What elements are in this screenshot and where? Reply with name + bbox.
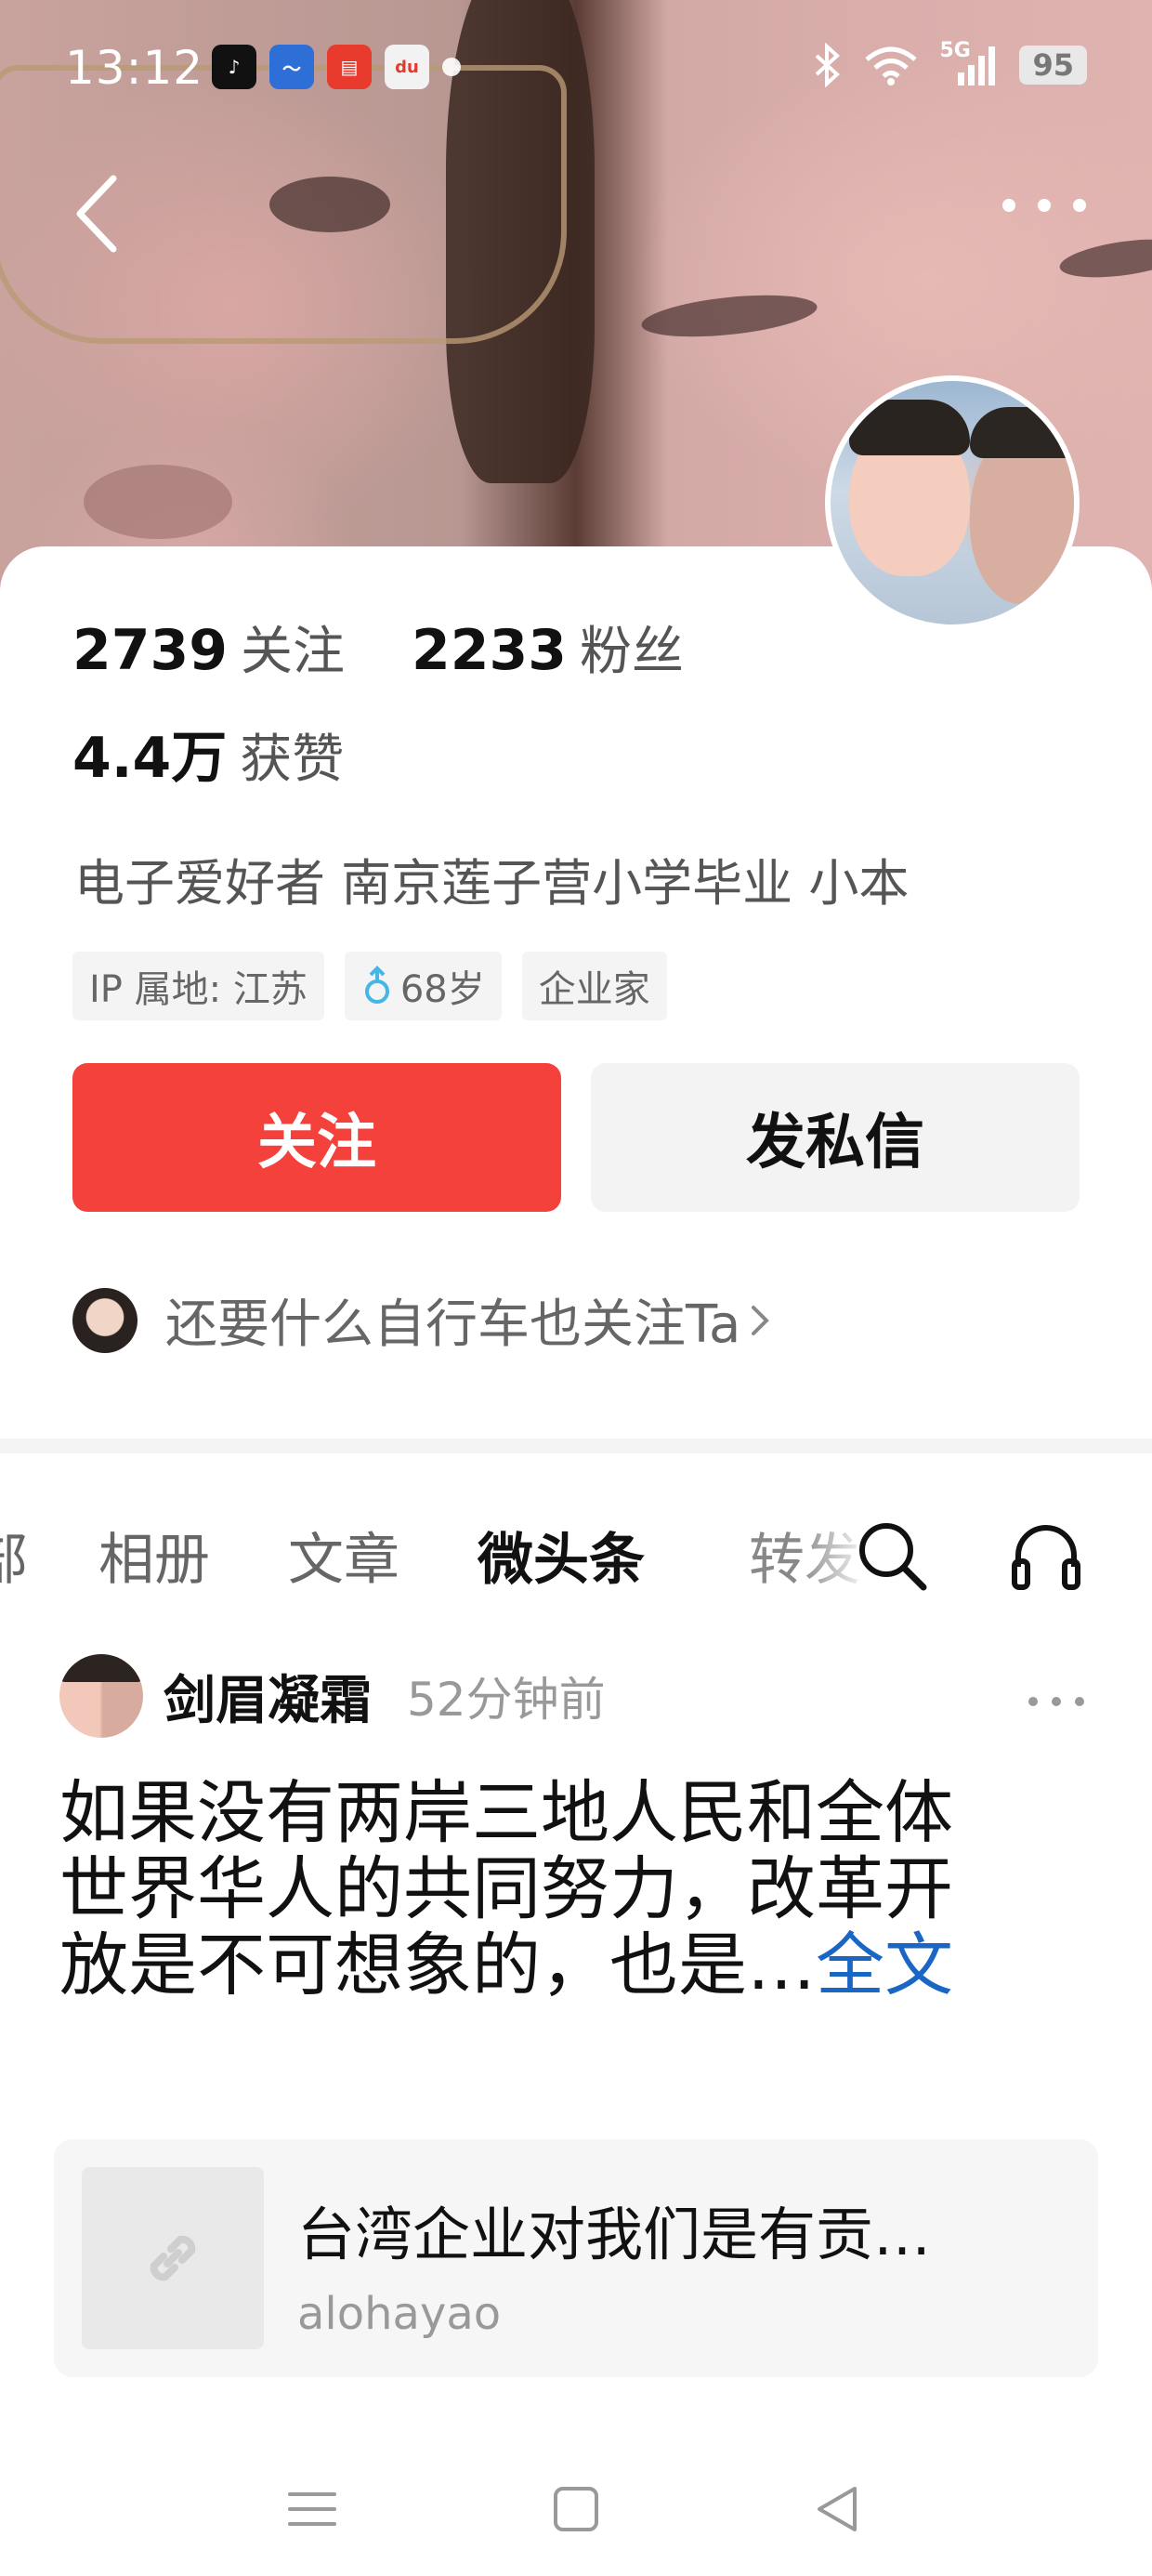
headphones-icon bbox=[1012, 1525, 1080, 1590]
profile-card: 2739 关注 2233 粉丝 4.4万 获赞 电子爱好者 南京莲子营小学毕业 … bbox=[0, 546, 1152, 1444]
likes-stat[interactable]: 4.4万 获赞 bbox=[72, 721, 344, 797]
news-app-icon: ▤ bbox=[327, 45, 372, 89]
profile-tags: IP 属地: 江苏 68岁 企业家 bbox=[72, 952, 667, 1020]
post-text-line: 世界华人的共同努力，改革开 bbox=[59, 1849, 953, 1929]
recommended-follow-link[interactable]: 还要什么自行车也关注Ta bbox=[72, 1282, 772, 1358]
triangle-back-icon bbox=[818, 2487, 857, 2531]
send-message-button[interactable]: 发私信 bbox=[591, 1063, 1080, 1212]
occupation-tag: 企业家 bbox=[521, 952, 667, 1020]
recent-apps-button[interactable] bbox=[275, 2472, 349, 2546]
link-source: alohayao bbox=[297, 2288, 502, 2340]
post-body[interactable]: 如果没有两岸三地人民和全体 世界华人的共同努力，改革开 放是不可想象的，也是…全… bbox=[59, 1775, 1091, 2004]
shared-link-card[interactable]: 台湾企业对我们是有贡… alohayao bbox=[54, 2139, 1098, 2377]
bluetooth-icon bbox=[816, 43, 841, 87]
chevron-left-icon bbox=[76, 175, 117, 253]
profile-stats: 2739 关注 2233 粉丝 4.4万 获赞 bbox=[72, 613, 684, 797]
post-text-line: 放是不可想象的，也是… bbox=[59, 1925, 816, 2005]
post-more-button[interactable] bbox=[1026, 1663, 1087, 1724]
age-tag: 68岁 bbox=[344, 952, 502, 1020]
post-header: 剑眉凝霜 52分钟前 bbox=[59, 1654, 606, 1738]
profile-avatar[interactable] bbox=[825, 375, 1080, 630]
followers-stat[interactable]: 2233 粉丝 bbox=[412, 613, 684, 690]
following-stat[interactable]: 2739 关注 bbox=[72, 613, 345, 690]
post-text-line: 如果没有两岸三地人民和全体 bbox=[59, 1773, 953, 1853]
stock-app-icon: 〜 bbox=[269, 45, 314, 89]
content-tabs: 部 相册 文章 微头条 转发 bbox=[0, 1487, 1152, 1617]
follow-button[interactable]: 关注 bbox=[72, 1063, 561, 1212]
more-horizontal-icon bbox=[1028, 1697, 1084, 1706]
tiktok-app-icon: ♪ bbox=[212, 45, 256, 89]
section-divider bbox=[0, 1439, 1152, 1453]
search-icon bbox=[859, 1523, 927, 1591]
recommendation-text: 还要什么自行车也关注Ta bbox=[165, 1295, 741, 1355]
tab-album[interactable]: 相册 bbox=[98, 1515, 210, 1596]
wifi-icon bbox=[865, 46, 918, 85]
system-back-button[interactable] bbox=[801, 2472, 875, 2546]
tab-articles[interactable]: 文章 bbox=[288, 1515, 399, 1596]
system-navigation-bar bbox=[0, 2435, 1152, 2576]
tab-all[interactable]: 部 bbox=[0, 1515, 28, 1596]
avatar bbox=[72, 1287, 137, 1353]
map-app-icon: du bbox=[385, 45, 429, 89]
following-label: 关注 bbox=[241, 622, 345, 682]
notification-icons: ♪ 〜 ▤ du bbox=[212, 45, 461, 89]
following-count: 2739 bbox=[72, 618, 228, 683]
male-icon bbox=[364, 966, 389, 1004]
chevron-right-icon bbox=[752, 1305, 770, 1335]
status-time: 13:12 bbox=[65, 41, 204, 95]
followers-label: 粉丝 bbox=[580, 622, 684, 682]
post-time: 52分钟前 bbox=[407, 1673, 606, 1727]
link-thumbnail bbox=[82, 2167, 264, 2349]
tab-micro-posts[interactable]: 微头条 bbox=[478, 1515, 645, 1596]
likes-label: 获赞 bbox=[240, 729, 345, 790]
menu-icon bbox=[288, 2492, 336, 2526]
more-notifications-dot bbox=[442, 58, 461, 76]
ip-location-tag: IP 属地: 江苏 bbox=[72, 952, 324, 1020]
listen-button[interactable] bbox=[1009, 1518, 1083, 1593]
battery-icon: 95 bbox=[1019, 46, 1087, 85]
link-icon bbox=[150, 2235, 196, 2281]
signal-icon: 5G bbox=[939, 39, 999, 87]
home-button[interactable] bbox=[539, 2472, 613, 2546]
post-author[interactable]: 剑眉凝霜 bbox=[164, 1659, 372, 1734]
likes-count: 4.4万 bbox=[72, 726, 228, 791]
avatar[interactable] bbox=[59, 1654, 143, 1738]
link-title: 台湾企业对我们是有贡… bbox=[297, 2201, 932, 2268]
followers-count: 2233 bbox=[412, 618, 567, 683]
more-horizontal-icon bbox=[1002, 199, 1086, 212]
status-indicators: 5G 95 bbox=[811, 39, 1087, 87]
status-bar: 13:12 ♪ 〜 ▤ du 5G 95 bbox=[0, 0, 1152, 139]
search-button[interactable] bbox=[855, 1518, 929, 1593]
full-text-link[interactable]: 全文 bbox=[816, 1925, 953, 2005]
profile-bio: 电子爱好者 南京莲子营小学毕业 小本 bbox=[74, 854, 910, 913]
square-icon bbox=[554, 2487, 598, 2531]
back-button[interactable] bbox=[69, 167, 134, 260]
more-options-button[interactable] bbox=[988, 182, 1091, 238]
